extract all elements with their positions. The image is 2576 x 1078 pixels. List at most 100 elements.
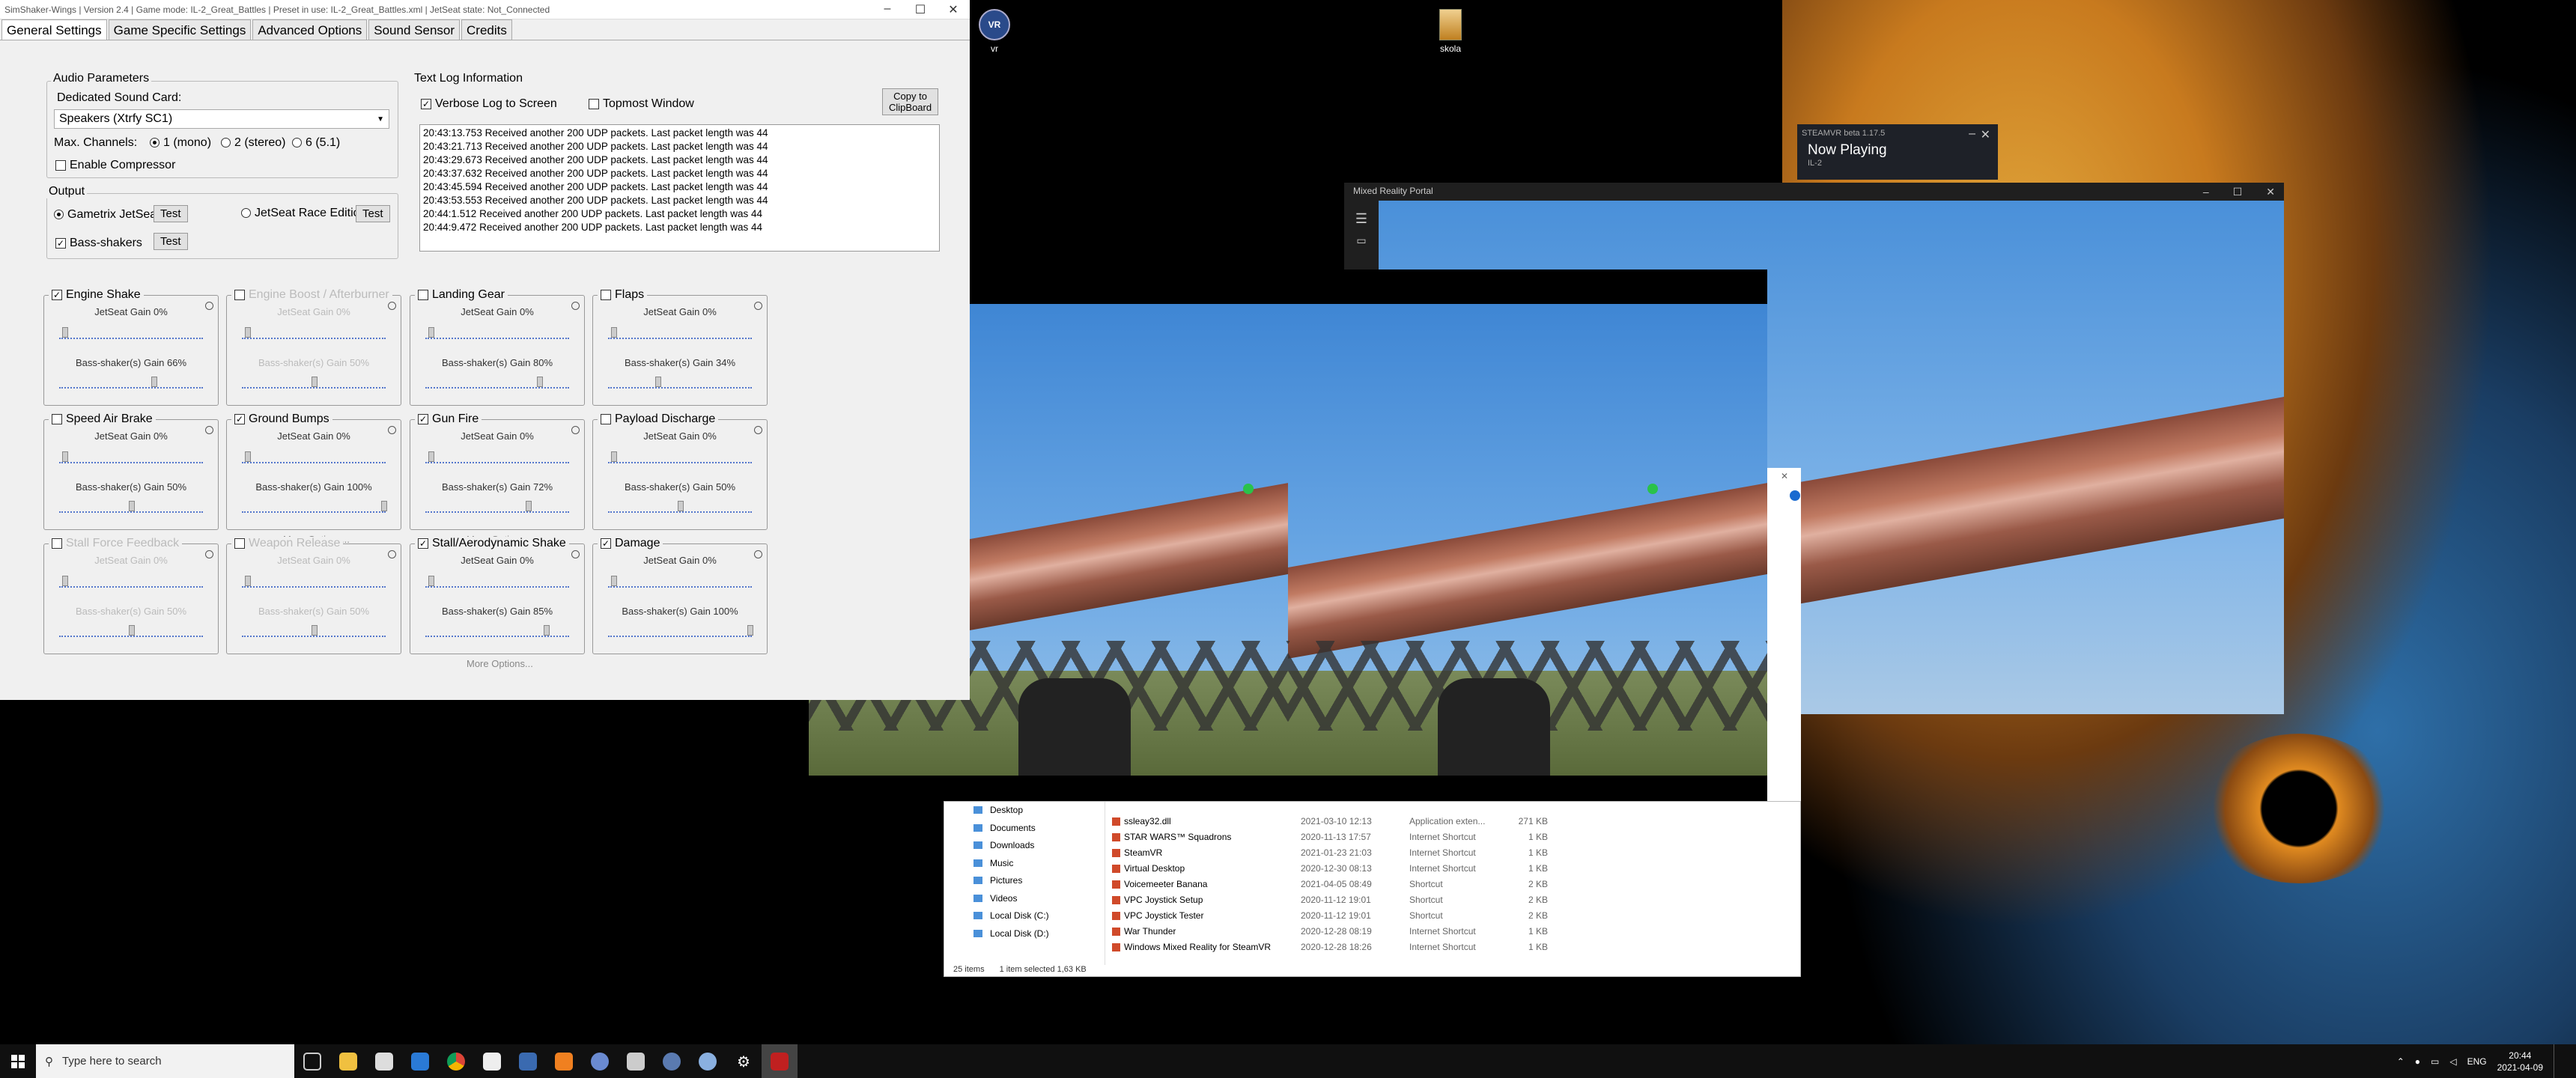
channel-option-mono[interactable]: 1 (mono) (150, 136, 211, 150)
jetseat-slider-thumb[interactable] (428, 451, 434, 462)
effect-toggle[interactable]: ✓ Engine Shake (49, 288, 144, 302)
bass-slider-thumb[interactable] (381, 501, 387, 511)
effect-checkbox[interactable] (601, 413, 611, 424)
jetseat-gain-slider[interactable] (608, 462, 752, 463)
hamburger-menu-icon[interactable]: ☰ (1344, 211, 1379, 227)
effect-checkbox[interactable]: ✓ (234, 413, 245, 424)
gametrix-jetseat-radio[interactable]: Gametrix JetSeat (54, 208, 160, 222)
nav-item-local-disk-d[interactable]: Local Disk (D:) (963, 925, 1105, 943)
file-row[interactable]: Windows Mixed Reality for SteamVR 2020-12… (1109, 940, 1800, 955)
jetseat-slider-thumb[interactable] (245, 327, 251, 338)
maximize-icon[interactable]: ☐ (904, 2, 937, 17)
nav-item-documents[interactable]: Documents (963, 820, 1105, 838)
bass-shakers-checkbox[interactable]: ✓ Bass-shakers (55, 237, 142, 250)
sound-card-select[interactable]: Speakers (Xtrfy SC1) ▼ (54, 109, 389, 129)
network-icon[interactable]: ▭ (2431, 1056, 2439, 1067)
bass-gain-slider[interactable] (608, 387, 752, 389)
test-bass-button[interactable]: Test (154, 233, 188, 250)
file-row[interactable]: VPC Joystick Setup 2020-11-12 19:01 Shortc… (1109, 892, 1800, 908)
file-row[interactable]: ssleay32.dll 2021-03-10 12:13 Application … (1109, 814, 1800, 829)
effect-checkbox[interactable]: ✓ (601, 538, 611, 549)
app-icon[interactable] (474, 1044, 510, 1078)
app-icon[interactable] (582, 1044, 618, 1078)
bass-gain-slider[interactable] (425, 511, 569, 513)
jetseat-gain-slider[interactable] (242, 586, 386, 588)
desktop-icon-skola[interactable]: skola (1424, 9, 1477, 54)
steamvr-window[interactable]: STEAMVR beta 1.17.5 Now Playing IL-2 – ✕ (1797, 124, 1998, 180)
taskbar-search-box[interactable]: ⚲ Type here to search (36, 1044, 294, 1078)
chrome-icon[interactable] (438, 1044, 474, 1078)
jetseat-gain-slider[interactable] (425, 462, 569, 463)
bass-slider-thumb[interactable] (151, 377, 157, 387)
effect-toggle[interactable]: Weapon Release (231, 537, 344, 550)
volume-icon[interactable]: ◁ (2449, 1056, 2456, 1067)
nav-item-local-disk-c[interactable]: Local Disk (C:) (963, 907, 1105, 925)
file-row[interactable]: War Thunder 2020-12-28 08:19 Internet Shor… (1109, 924, 1800, 940)
copy-to-clipboard-button[interactable]: Copy to ClipBoard (882, 88, 939, 115)
bass-gain-slider[interactable] (242, 636, 386, 637)
maximize-icon[interactable]: ☐ (2233, 186, 2243, 198)
effect-toggle[interactable]: Landing Gear (415, 288, 508, 302)
bass-slider-thumb[interactable] (747, 625, 753, 636)
close-icon[interactable]: ✕ (937, 2, 970, 17)
effect-toggle[interactable]: ✓ Ground Bumps (231, 412, 332, 426)
bass-gain-slider[interactable] (608, 511, 752, 513)
log-textbox[interactable]: 20:43:13.753 Received another 200 UDP pa… (419, 124, 940, 252)
file-row[interactable]: VPC Joystick Tester 2020-11-12 19:01 Short… (1109, 908, 1800, 924)
bass-slider-thumb[interactable] (525, 501, 532, 511)
bass-slider-thumb[interactable] (129, 501, 135, 511)
start-button[interactable] (0, 1044, 36, 1078)
tab-game-specific-settings[interactable]: Game Specific Settings (108, 19, 252, 40)
show-desktop-button[interactable] (2554, 1044, 2558, 1078)
bass-gain-slider[interactable] (59, 636, 203, 637)
nav-item-pictures[interactable]: Pictures (963, 872, 1105, 890)
effect-checkbox[interactable]: ✓ (418, 413, 428, 424)
bass-gain-slider[interactable] (59, 511, 203, 513)
close-icon[interactable]: ✕ (2266, 186, 2275, 198)
app-icon[interactable] (762, 1044, 798, 1078)
jetseat-gain-slider[interactable] (608, 338, 752, 339)
desktop-icon-vr[interactable]: VR vr (968, 9, 1021, 54)
more-options-link[interactable]: More Options... (467, 658, 533, 669)
file-row[interactable]: STAR WARS™ Squadrons 2020-11-13 17:57 Inte… (1109, 829, 1800, 845)
nav-item-downloads[interactable]: Downloads (963, 837, 1105, 855)
file-row[interactable]: Virtual Desktop 2020-12-30 08:13 Internet … (1109, 861, 1800, 877)
bass-slider-thumb[interactable] (536, 377, 543, 387)
bass-gain-slider[interactable] (608, 636, 752, 637)
tab-advanced-options[interactable]: Advanced Options (252, 19, 368, 40)
effect-toggle[interactable]: ✓ Damage (598, 537, 663, 550)
minimize-icon[interactable]: – (1969, 127, 1975, 141)
test-race-button[interactable]: Test (356, 205, 390, 222)
jetseat-slider-thumb[interactable] (245, 451, 251, 462)
effect-toggle[interactable]: Engine Boost / Afterburner (231, 288, 392, 302)
language-indicator[interactable]: ENG (2467, 1056, 2487, 1067)
jetseat-slider-thumb[interactable] (62, 451, 68, 462)
settings-icon[interactable]: ⚙ (726, 1044, 762, 1078)
jetseat-gain-slider[interactable] (425, 338, 569, 339)
bass-gain-slider[interactable] (425, 636, 569, 637)
effect-checkbox[interactable]: ✓ (52, 289, 62, 300)
vlc-icon[interactable] (546, 1044, 582, 1078)
jetseat-gain-slider[interactable] (59, 586, 203, 588)
channel-option-51[interactable]: 6 (5.1) (292, 136, 340, 150)
close-icon[interactable]: ✕ (1981, 127, 1990, 142)
store-icon[interactable] (366, 1044, 402, 1078)
jetseat-gain-slider[interactable] (242, 338, 386, 339)
jetseat-slider-thumb[interactable] (62, 327, 68, 338)
effect-checkbox[interactable] (52, 538, 62, 549)
nav-item-music[interactable]: Music (963, 855, 1105, 873)
jetseat-slider-thumb[interactable] (428, 576, 434, 586)
effect-toggle[interactable]: Stall Force Feedback (49, 537, 183, 550)
mail-icon[interactable] (402, 1044, 438, 1078)
jetseat-slider-thumb[interactable] (611, 576, 617, 586)
jetseat-slider-thumb[interactable] (611, 327, 617, 338)
file-explorer-icon[interactable] (330, 1044, 366, 1078)
effect-checkbox[interactable]: ✓ (418, 538, 428, 549)
clock[interactable]: 20:44 2021-04-09 (2497, 1050, 2543, 1074)
file-row[interactable]: Voicemeeter Banana 2021-04-05 08:49 Shortc… (1109, 877, 1800, 892)
bass-gain-slider[interactable] (425, 387, 569, 389)
tab-general-settings[interactable]: General Settings (1, 19, 107, 40)
tab-credits[interactable]: Credits (461, 19, 512, 40)
close-icon[interactable]: ✕ (1781, 471, 1788, 481)
effect-toggle[interactable]: ✓ Stall/Aerodynamic Shake (415, 537, 569, 550)
